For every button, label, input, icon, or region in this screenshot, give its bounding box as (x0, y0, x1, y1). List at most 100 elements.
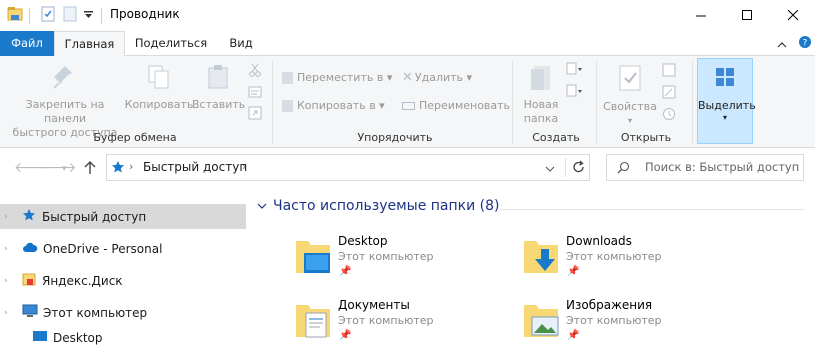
folder-location: Этот компьютер (338, 250, 434, 263)
minimize-button[interactable] (678, 0, 724, 31)
nav-item-this-pc[interactable]: › Этот компьютер (0, 300, 246, 325)
folder-location: Этот компьютер (338, 314, 434, 327)
nav-label: Быстрый доступ (42, 209, 147, 224)
folder-tile-desktop[interactable]: Desktop Этот компьютер 📌 (294, 233, 514, 285)
ribbon: Закрепить на панели быстрого доступа Коп… (0, 56, 815, 148)
help-icon[interactable]: ? (798, 35, 812, 52)
organize-group-label: Упорядочить (357, 131, 433, 144)
refresh-icon[interactable] (572, 160, 585, 177)
paste-shortcut-icon[interactable] (248, 106, 262, 123)
pin-label-line1: Закрепить на панели (25, 98, 105, 125)
nav-label: Яндекс.Диск (42, 273, 123, 288)
new-folder-label-line1: Новая (523, 98, 559, 111)
copy-to-label: Копировать в (297, 99, 376, 112)
folder-name: Документы (338, 298, 410, 312)
maximize-button[interactable] (724, 0, 770, 31)
open-icon[interactable] (662, 63, 676, 80)
close-button[interactable] (770, 0, 815, 31)
forward-arrow-icon[interactable]: 🡒 (39, 159, 77, 176)
edit-icon[interactable] (662, 85, 676, 102)
ribbon-tab-row: Файл Главная Поделиться Вид ? (0, 31, 815, 57)
expand-chevron-icon[interactable]: › (4, 244, 12, 254)
folder-location: Этот компьютер (566, 314, 662, 327)
pin-to-quick-access-button[interactable]: Закрепить на панели быстрого доступа (4, 64, 126, 140)
divider (500, 209, 805, 210)
address-bar[interactable]: › Быстрый доступ › (106, 154, 590, 181)
recent-locations-chevron-icon[interactable]: ▾ (62, 164, 67, 174)
svg-text:?: ? (803, 39, 808, 49)
group-title: Часто используемые папки (8) (273, 198, 500, 214)
rename-button[interactable]: Переименовать (402, 99, 510, 113)
tab-view[interactable]: Вид (220, 31, 262, 56)
nav-item-yandex-disk[interactable]: › Яндекс.Диск (0, 268, 246, 293)
address-dropdown-chevron-icon[interactable] (545, 162, 555, 176)
cut-icon[interactable] (248, 63, 262, 80)
folder-name: Изображения (566, 298, 653, 312)
select-button[interactable]: Выделить ▾ (697, 58, 756, 144)
expand-chevron-icon[interactable]: › (4, 308, 12, 318)
new-group-label: Создать (532, 131, 580, 144)
breadcrumb-chevron-icon[interactable]: › (242, 160, 246, 173)
move-to-label: Переместить в (297, 71, 384, 84)
new-item-icon[interactable] (566, 62, 584, 79)
copy-label: Копировать (124, 98, 194, 111)
onedrive-cloud-icon (22, 241, 38, 256)
nav-item-desktop[interactable]: Desktop (0, 325, 246, 350)
easy-access-icon[interactable] (566, 84, 584, 101)
ribbon-collapse-chevron-icon[interactable] (777, 38, 787, 52)
breadcrumb-quick-access[interactable]: Быстрый доступ (143, 160, 247, 174)
copy-to-button[interactable]: Копировать в ▾ (282, 99, 385, 113)
expand-chevron-icon[interactable]: › (4, 212, 12, 222)
quick-access-star-icon (111, 160, 125, 177)
move-to-icon (282, 72, 293, 84)
search-icon (617, 161, 630, 177)
quick-access-star-icon (22, 208, 36, 225)
properties-label: Свойства (603, 100, 657, 113)
copy-button[interactable]: Копировать (124, 64, 194, 112)
rename-label: Переименовать (419, 99, 511, 112)
collapse-chevron-icon[interactable] (257, 202, 267, 210)
folder-tile-documents[interactable]: Документы Этот компьютер 📌 (294, 297, 514, 349)
search-box[interactable]: Поиск в: Быстрый доступ (606, 154, 804, 181)
folder-name: Desktop (338, 234, 388, 248)
customize-toolbar-chevron-icon[interactable] (84, 9, 93, 23)
properties-button[interactable]: Свойства ▾ (602, 64, 658, 128)
history-icon[interactable] (662, 107, 676, 124)
clipboard-group-label: Буфер обмена (93, 131, 177, 144)
tab-file[interactable]: Файл (0, 31, 54, 56)
properties-icon[interactable] (40, 6, 56, 25)
new-folder-icon[interactable] (62, 6, 78, 25)
tab-home[interactable]: Главная (54, 31, 125, 57)
delete-button[interactable]: ✕ Удалить ▾ (402, 71, 472, 85)
computer-icon (22, 304, 38, 321)
paste-button[interactable]: Вставить (192, 64, 246, 112)
search-placeholder: Поиск в: Быстрый доступ (645, 160, 800, 174)
tab-share[interactable]: Поделиться (130, 31, 212, 56)
pinned-icon: 📌 (339, 266, 352, 277)
folder-tile-downloads[interactable]: Downloads Этот компьютер 📌 (522, 233, 742, 285)
delete-label: Удалить (414, 71, 464, 84)
breadcrumb-chevron-icon[interactable]: › (129, 160, 133, 173)
select-dropdown-icon: ▾ (722, 113, 727, 122)
paste-label: Вставить (192, 98, 246, 111)
downloads-folder-icon (524, 241, 558, 273)
nav-label: Desktop (53, 330, 103, 345)
nav-item-quick-access[interactable]: › Быстрый доступ (0, 204, 246, 229)
nav-item-onedrive[interactable]: › OneDrive - Personal (0, 236, 246, 261)
new-folder-button[interactable]: Новая папка (518, 64, 564, 126)
divider (565, 158, 566, 177)
new-folder-label-line2: папка (523, 112, 559, 125)
desktop-folder-icon (296, 241, 330, 273)
divider (272, 60, 273, 144)
up-arrow-icon[interactable] (84, 161, 96, 178)
expand-chevron-icon[interactable]: › (4, 276, 12, 286)
copy-path-icon[interactable] (248, 85, 262, 102)
file-explorer-icon[interactable] (7, 6, 23, 25)
copy-to-icon (282, 100, 293, 112)
divider (101, 8, 102, 24)
paste-icon (208, 65, 228, 89)
move-to-button[interactable]: Переместить в ▾ (282, 71, 392, 85)
folder-tile-pictures[interactable]: Изображения Этот компьютер 📌 (522, 297, 742, 349)
frequent-folders-group-header[interactable]: Часто используемые папки (8) (257, 198, 500, 214)
pictures-folder-icon (524, 305, 559, 337)
